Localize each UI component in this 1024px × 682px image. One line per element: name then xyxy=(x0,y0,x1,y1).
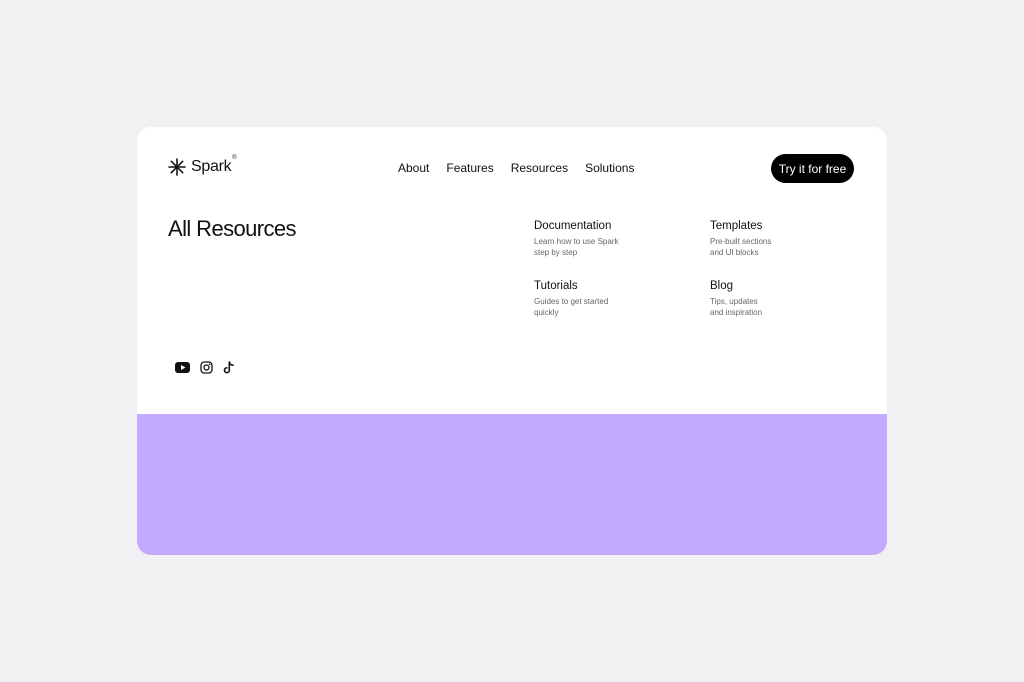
main-menu: About Features Resources Solutions xyxy=(398,161,634,175)
try-for-free-button[interactable]: Try it for free xyxy=(771,154,854,183)
accent-footer-band xyxy=(137,414,887,555)
youtube-icon[interactable] xyxy=(175,362,190,373)
resource-description: Guides to get started quickly xyxy=(534,297,609,317)
nav-item-resources[interactable]: Resources xyxy=(511,161,568,175)
spark-icon xyxy=(168,158,186,176)
tiktok-icon[interactable] xyxy=(223,361,235,374)
resource-title: Templates xyxy=(710,220,763,232)
top-navigation: Spark ® About Features Resources Solutio… xyxy=(137,127,887,211)
brand-name-text: Spark xyxy=(191,158,232,175)
resource-description: Pre-built sections and UI blocks xyxy=(710,237,772,257)
nav-item-solutions[interactable]: Solutions xyxy=(585,161,634,175)
instagram-icon[interactable] xyxy=(200,361,213,374)
brand-logo[interactable]: Spark ® xyxy=(168,155,237,176)
nav-item-features[interactable]: Features xyxy=(446,161,493,175)
resource-templates[interactable]: Templates Pre-built sections and UI bloc… xyxy=(710,220,830,258)
page-title: All Resources xyxy=(168,216,297,241)
resources-card: Spark ® About Features Resources Solutio… xyxy=(137,127,887,555)
resource-description: Learn how to use Spark step by step xyxy=(534,237,619,257)
registered-mark: ® xyxy=(232,155,237,161)
resource-title: Documentation xyxy=(534,220,612,232)
brand-name: Spark ® xyxy=(191,155,237,176)
resource-tutorials[interactable]: Tutorials Guides to get started quickly xyxy=(534,280,654,318)
resource-description: Tips, updates and inspiration xyxy=(710,297,763,317)
resource-title: Blog xyxy=(710,280,734,292)
resource-blog[interactable]: Blog Tips, updates and inspiration xyxy=(710,280,830,318)
nav-item-about[interactable]: About xyxy=(398,161,429,175)
social-links xyxy=(175,361,235,374)
resource-documentation[interactable]: Documentation Learn how to use Spark ste… xyxy=(534,220,654,258)
resource-title: Tutorials xyxy=(534,280,578,292)
